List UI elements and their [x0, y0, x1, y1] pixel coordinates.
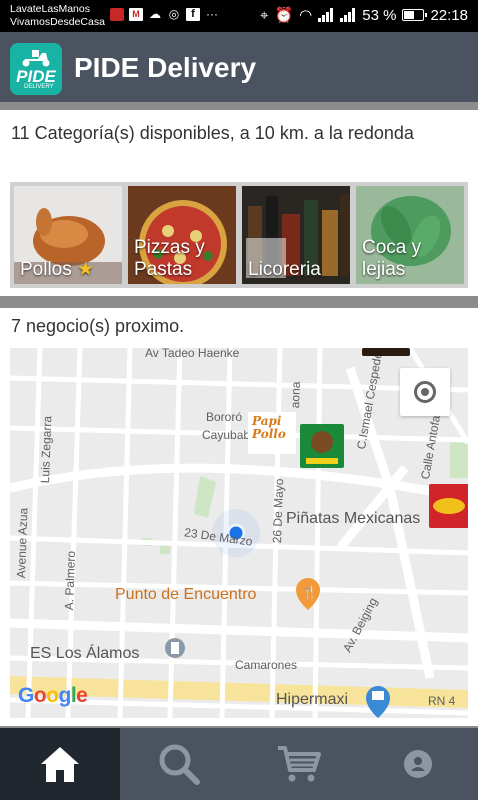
app-title: PIDE Delivery	[74, 52, 257, 83]
cloud-icon: ☁	[149, 7, 161, 21]
street-label: Luis Zegarra	[38, 415, 55, 484]
google-logo: Google	[18, 684, 88, 707]
papi-pollo-logo: Papi Pollo	[252, 414, 286, 441]
profile-icon	[404, 750, 433, 778]
notification-line-1: LavateLasManos	[10, 3, 90, 15]
battery-percent: 53 %	[362, 6, 397, 24]
nav-cart[interactable]	[239, 728, 359, 800]
more-icon: ···	[206, 7, 218, 21]
clock: 22:18	[430, 6, 468, 24]
svg-text:🍴: 🍴	[302, 585, 317, 599]
wifi-icon: ◠	[299, 7, 313, 24]
search-icon	[159, 744, 201, 785]
business-marker[interactable]	[429, 484, 468, 528]
status-bar: LavateLasManos VivamosDesdeCasa M ☁ ◎ f …	[0, 0, 478, 32]
street-label: 26 De Mayo	[270, 478, 287, 544]
businesses-card: 7 negocio(s) proximo. 🍴 Av Tadeo Haenke …	[0, 308, 478, 726]
business-marker-papi-pollo[interactable]: Papi Pollo	[248, 412, 296, 454]
signal-icon-2	[340, 8, 356, 22]
category-label: Pizzas y Pastas	[134, 237, 205, 280]
target-dot	[421, 388, 429, 396]
street-label: Avenue Azua	[14, 507, 31, 579]
business-logo	[433, 498, 465, 514]
category-coca[interactable]: Coca y lejias	[356, 186, 464, 284]
category-label: Pollos ★	[20, 259, 94, 281]
category-licoreria[interactable]: Licoreria	[242, 186, 350, 284]
categories-summary: 11 Categoría(s) disponibles, a 10 km. a …	[11, 123, 414, 143]
home-icon	[40, 747, 79, 782]
category-list: Pollos ★ Pizzas y Pastas Licoreria Coca …	[10, 182, 468, 288]
location-icon: ⌖	[260, 6, 269, 24]
category-label: Licoreria	[248, 259, 321, 280]
place-label: Camarones	[235, 658, 298, 672]
street-label: A. Palmero	[62, 550, 79, 611]
business-marker[interactable]	[300, 424, 344, 468]
street-label: aona	[288, 381, 303, 409]
businesses-summary: 7 negocio(s) proximo.	[11, 316, 185, 336]
place-label: Piñatas Mexicanas	[286, 510, 421, 527]
alarm-icon: ⏰	[274, 7, 294, 24]
nav-search[interactable]	[120, 728, 240, 800]
street-label: Av Tadeo Haenke	[145, 348, 240, 360]
gmail-icon: M	[129, 8, 143, 21]
app-notification-icon	[110, 8, 124, 21]
notification-text: LavateLasManos VivamosDesdeCasa	[10, 3, 105, 29]
place-label: Bororó	[206, 410, 243, 424]
category-pizzas[interactable]: Pizzas y Pastas	[128, 186, 236, 284]
categories-card: 11 Categoría(s) disponibles, a 10 km. a …	[0, 110, 478, 296]
signal-icon	[318, 8, 334, 22]
map-view[interactable]: 🍴 Av Tadeo Haenke C.Ismael Cespedez Call…	[10, 348, 468, 718]
category-label-text: Pollos	[20, 259, 72, 280]
app-logo: PIDE DELIVERY	[10, 43, 62, 95]
nav-profile[interactable]	[359, 728, 478, 800]
star-icon: ★	[77, 259, 95, 280]
facebook-icon: f	[186, 8, 200, 21]
cart-icon	[277, 746, 321, 782]
scooter-icon	[22, 50, 50, 67]
bottom-navigation	[0, 728, 478, 800]
business-logo	[306, 431, 338, 464]
place-label: ES Los Álamos	[30, 645, 140, 662]
messenger-icon: ◎	[168, 7, 180, 21]
category-label: Coca y lejias	[362, 237, 422, 280]
business-marker[interactable]	[362, 348, 410, 356]
my-location-button[interactable]	[400, 368, 450, 416]
battery-icon	[402, 9, 428, 21]
category-pollos[interactable]: Pollos ★	[14, 186, 122, 284]
notification-icons: M ☁ ◎ f ···	[110, 8, 219, 21]
place-label: Hipermaxi	[276, 691, 349, 708]
road-label: RN 4	[428, 694, 456, 708]
place-label: Punto de Encuentro	[115, 586, 257, 603]
nav-home[interactable]	[0, 728, 120, 800]
logo-subtext: DELIVERY	[24, 84, 54, 90]
app-bar: PIDE DELIVERY PIDE Delivery	[0, 32, 478, 102]
notification-line-2: VivamosDesdeCasa	[10, 16, 105, 28]
hospital-pin-icon	[165, 638, 185, 658]
